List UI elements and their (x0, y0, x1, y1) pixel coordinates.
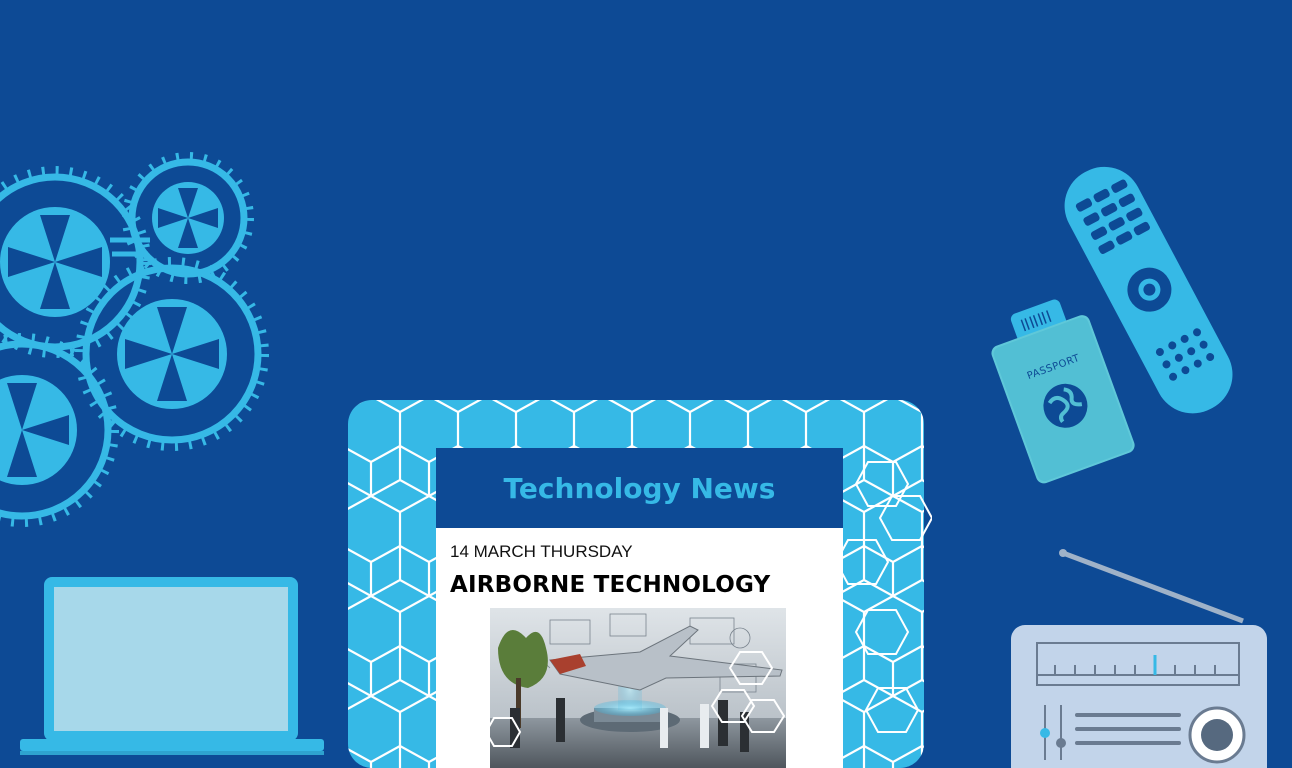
laptop-illustration (20, 577, 324, 755)
card-title: Technology News (503, 472, 776, 505)
article-date: 14 MARCH THURSDAY (450, 542, 633, 561)
article-card: Technology News 14 MARCH THURSDAY AIRBOR… (436, 448, 843, 768)
radio-illustration (1011, 549, 1267, 768)
gears-illustration (0, 152, 269, 527)
article-headline: AIRBORNE TECHNOLOGY (450, 572, 771, 598)
card-header-bar: Technology News (436, 448, 843, 528)
article-image (490, 608, 786, 768)
passport-illustration (991, 299, 1135, 484)
